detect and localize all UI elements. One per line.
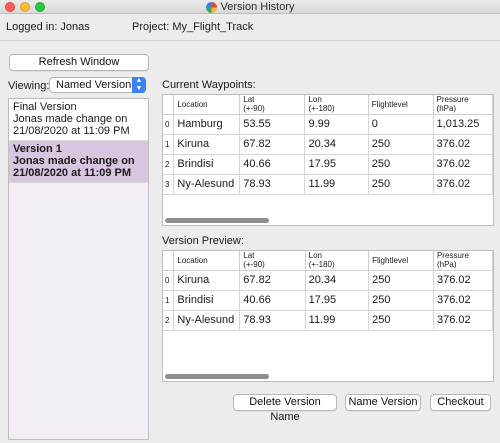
cell-flightlevel[interactable]: 250: [368, 174, 434, 195]
cell-location[interactable]: Brindisi: [173, 154, 241, 175]
cell-lon[interactable]: 20.34: [305, 270, 370, 291]
version-change-date: 21/08/2020 at 11:09 PM: [13, 167, 132, 179]
cell-pressure[interactable]: 376.02: [433, 134, 493, 155]
table-header-row: Location Lat (+-90) Lon (+-180) Flightle…: [163, 95, 493, 115]
column-header-lat[interactable]: Lat (+-90): [239, 251, 306, 271]
version-list[interactable]: Final Version Jonas made change on 21/08…: [8, 98, 149, 440]
cell-lat[interactable]: 40.66: [239, 154, 306, 175]
column-header-location[interactable]: Location: [173, 95, 241, 115]
table-row[interactable]: 1 Brindisi 40.66 17.95 250 376.02: [163, 290, 493, 311]
cell-lat[interactable]: 53.55: [239, 114, 306, 135]
version-change-date: 21/08/2020 at 11:09 PM: [13, 125, 130, 137]
title-bar: Version History: [0, 0, 500, 14]
minimize-window-button[interactable]: [20, 2, 30, 12]
delete-version-name-button[interactable]: Delete Version Name: [233, 394, 337, 423]
table-row[interactable]: 3 Ny-Alesund 78.93 11.99 250 376.02: [163, 174, 493, 195]
refresh-window-button[interactable]: Refresh Window: [9, 54, 149, 71]
row-index: 2: [163, 310, 175, 331]
cell-pressure[interactable]: 376.02: [433, 270, 493, 291]
cell-lon[interactable]: 11.99: [305, 310, 370, 331]
viewing-select[interactable]: Named Versions ▲ ▼: [49, 77, 146, 93]
table-row[interactable]: 2 Brindisi 40.66 17.95 250 376.02: [163, 154, 493, 175]
column-header-index: [163, 251, 175, 271]
cell-lon[interactable]: 20.34: [304, 134, 369, 155]
version-item-final[interactable]: Final Version Jonas made change on 21/08…: [9, 99, 148, 141]
cell-location[interactable]: Ny-Alesund: [173, 174, 241, 195]
column-header-flightlevel[interactable]: Flightlevel: [368, 251, 434, 271]
row-index: 2: [163, 154, 175, 175]
cell-flightlevel[interactable]: 250: [368, 270, 434, 291]
version-preview-table[interactable]: Location Lat (+-90) Lon (+-180) Flightle…: [162, 250, 494, 382]
current-waypoints-table[interactable]: Location Lat (+-90) Lon (+-180) Flightle…: [162, 94, 494, 226]
row-index: 1: [163, 134, 175, 155]
close-window-button[interactable]: [5, 2, 15, 12]
cell-flightlevel[interactable]: 250: [368, 134, 434, 155]
cell-location[interactable]: Kiruna: [173, 270, 241, 291]
window-title: Version History: [220, 1, 295, 13]
row-index: 0: [163, 270, 175, 291]
cell-lat[interactable]: 40.66: [239, 290, 306, 311]
cell-location[interactable]: Kiruna: [173, 134, 241, 155]
table-header-row: Location Lat (+-90) Lon (+-180) Flightle…: [163, 251, 493, 271]
cell-flightlevel[interactable]: 0: [368, 114, 434, 135]
cell-lon[interactable]: 11.99: [304, 174, 369, 195]
column-header-pressure[interactable]: Pressure (hPa): [433, 251, 493, 271]
column-header-lon[interactable]: Lon (+-180): [305, 251, 370, 271]
row-index: 1: [163, 290, 175, 311]
column-header-index: [163, 95, 175, 115]
cell-pressure[interactable]: 376.02: [433, 154, 493, 175]
table-row[interactable]: 0 Hamburg 53.55 9.99 0 1,013.25: [163, 114, 493, 135]
column-header-location[interactable]: Location: [173, 251, 241, 271]
version-item-1[interactable]: Version 1 Jonas made change on 21/08/202…: [9, 141, 148, 183]
cell-location[interactable]: Ny-Alesund: [173, 310, 241, 331]
cell-flightlevel[interactable]: 250: [368, 154, 434, 175]
current-waypoints-title: Current Waypoints:: [162, 79, 256, 91]
cell-lat[interactable]: 78.93: [239, 310, 306, 331]
cell-lat[interactable]: 67.82: [239, 134, 306, 155]
viewing-label: Viewing:: [8, 80, 50, 92]
table-row[interactable]: 2 Ny-Alesund 78.93 11.99 250 376.02: [163, 310, 493, 331]
zoom-window-button[interactable]: [35, 2, 45, 12]
header-divider: [0, 40, 500, 41]
column-header-lon[interactable]: Lon (+-180): [304, 95, 369, 115]
version-list-empty-area: [9, 169, 148, 439]
version-preview-title: Version Preview:: [162, 235, 244, 247]
logged-in-label: Logged in: Jonas: [6, 21, 90, 33]
cell-lat[interactable]: 78.93: [239, 174, 306, 195]
checkout-button[interactable]: Checkout: [430, 394, 491, 411]
version-name: Version 1: [13, 143, 62, 155]
project-label: Project: My_Flight_Track: [132, 21, 254, 33]
column-header-lat[interactable]: Lat (+-90): [239, 95, 306, 115]
version-change-text: Jonas made change on: [13, 113, 128, 125]
row-index: 0: [163, 114, 175, 135]
cell-pressure[interactable]: 376.02: [433, 174, 493, 195]
cell-pressure[interactable]: 1,013.25: [433, 114, 493, 135]
row-index: 3: [163, 174, 175, 195]
cell-location[interactable]: Hamburg: [173, 114, 241, 135]
viewing-selected-value: Named Versions: [56, 79, 137, 91]
cell-pressure[interactable]: 376.02: [433, 290, 493, 311]
chevron-updown-icon: ▲ ▼: [132, 77, 146, 93]
cell-flightlevel[interactable]: 250: [368, 290, 434, 311]
cell-lon[interactable]: 9.99: [304, 114, 369, 135]
table-row[interactable]: 1 Kiruna 67.82 20.34 250 376.02: [163, 134, 493, 155]
app-icon: [205, 1, 217, 13]
version-name: Final Version: [13, 101, 77, 113]
cell-pressure[interactable]: 376.02: [433, 310, 493, 331]
table-row[interactable]: 0 Kiruna 67.82 20.34 250 376.02: [163, 270, 493, 291]
cell-location[interactable]: Brindisi: [173, 290, 241, 311]
cell-lat[interactable]: 67.82: [239, 270, 306, 291]
column-header-flightlevel[interactable]: Flightlevel: [368, 95, 434, 115]
column-header-pressure[interactable]: Pressure (hPa): [433, 95, 493, 115]
horizontal-scrollbar[interactable]: [165, 218, 269, 223]
cell-lon[interactable]: 17.95: [304, 154, 369, 175]
cell-lon[interactable]: 17.95: [305, 290, 370, 311]
version-change-text: Jonas made change on: [13, 155, 135, 167]
horizontal-scrollbar[interactable]: [165, 374, 269, 379]
name-version-button[interactable]: Name Version: [345, 394, 421, 411]
cell-flightlevel[interactable]: 250: [368, 310, 434, 331]
